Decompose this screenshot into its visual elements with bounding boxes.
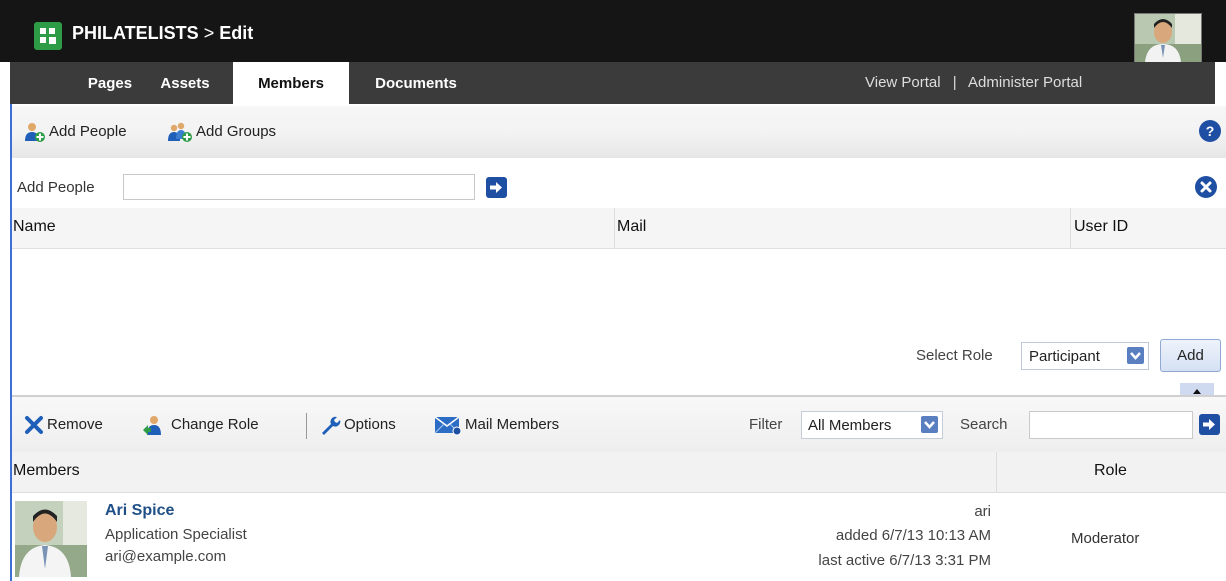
tab-pages[interactable]: Pages	[76, 62, 144, 104]
member-job-title: Application Specialist	[105, 526, 247, 543]
column-name[interactable]: Name	[13, 218, 56, 236]
frame-border	[10, 104, 12, 581]
mode-label: Edit	[219, 23, 254, 43]
collapse-panel-button[interactable]	[1180, 383, 1214, 395]
portal-links: View Portal | Administer Portal	[865, 62, 1082, 104]
arrow-right-icon	[1203, 419, 1215, 430]
filter-select[interactable]: All Members	[801, 411, 943, 439]
tab-documents[interactable]: Documents	[357, 62, 475, 104]
space-logo-icon[interactable]	[34, 22, 62, 50]
add-people-label: Add People	[49, 123, 127, 140]
column-user-id[interactable]: User ID	[1074, 218, 1128, 236]
column-members[interactable]: Members	[13, 462, 80, 480]
add-groups-label: Add Groups	[196, 123, 277, 140]
add-people-button[interactable]: Add People	[24, 120, 127, 144]
chevron-down-icon	[921, 416, 938, 433]
help-icon[interactable]: ?	[1199, 120, 1221, 142]
member-avatar[interactable]	[15, 501, 87, 577]
select-role-label: Select Role	[916, 347, 993, 364]
chevron-down-icon	[1127, 347, 1144, 364]
column-divider	[996, 452, 997, 492]
view-portal-link[interactable]: View Portal	[865, 74, 941, 91]
arrow-right-icon	[490, 182, 502, 193]
member-name-link[interactable]: Ari Spice	[105, 502, 174, 520]
member-last-active: last active 6/7/13 3:31 PM	[818, 552, 991, 569]
add-people-input[interactable]	[123, 174, 475, 200]
options-button[interactable]: Options	[319, 413, 396, 437]
role-select-value: Participant	[1029, 348, 1100, 365]
change-role-icon	[143, 416, 161, 436]
add-groups-button[interactable]: Add Groups	[167, 120, 276, 144]
column-mail[interactable]: Mail	[617, 218, 646, 236]
member-user-id: ari	[974, 503, 991, 520]
wrench-icon	[322, 416, 341, 436]
change-role-label: Change Role	[171, 416, 259, 433]
column-divider	[614, 208, 615, 248]
members-table-header	[12, 452, 1226, 493]
options-label: Options	[344, 416, 396, 433]
user-avatar[interactable]	[1134, 13, 1202, 63]
search-go-button[interactable]	[1199, 414, 1220, 435]
remove-label: Remove	[47, 416, 103, 433]
member-added-date: added 6/7/13 10:13 AM	[835, 527, 991, 544]
add-group-icon	[168, 122, 192, 143]
tab-members[interactable]: Members	[233, 62, 349, 105]
member-email: ari@example.com	[105, 548, 227, 565]
column-role[interactable]: Role	[1094, 462, 1127, 480]
add-people-go-button[interactable]	[486, 177, 507, 198]
change-role-button[interactable]: Change Role	[142, 413, 259, 437]
filter-select-value: All Members	[808, 417, 892, 434]
title-separator: >	[203, 23, 215, 43]
page-title: PHILATELISTS > Edit	[72, 23, 253, 44]
remove-button[interactable]: Remove	[24, 413, 103, 437]
mail-members-button[interactable]: Mail Members	[434, 413, 559, 437]
remove-x-icon	[25, 416, 43, 435]
member-search-input[interactable]	[1029, 411, 1193, 439]
add-person-icon	[25, 123, 45, 143]
administer-portal-link[interactable]: Administer Portal	[968, 74, 1082, 91]
add-people-field-label: Add People	[17, 179, 95, 196]
toolbar-separator	[306, 413, 307, 439]
column-divider	[1070, 208, 1071, 248]
tab-assets[interactable]: Assets	[148, 62, 222, 104]
role-select[interactable]: Participant	[1021, 342, 1149, 370]
link-divider: |	[952, 74, 957, 91]
add-button[interactable]: Add	[1160, 339, 1221, 372]
close-panel-icon[interactable]	[1195, 176, 1217, 198]
member-role: Moderator	[1071, 530, 1140, 547]
search-label: Search	[960, 416, 1008, 433]
mail-icon	[434, 416, 462, 436]
filter-label: Filter	[749, 416, 783, 433]
mail-members-label: Mail Members	[465, 416, 560, 433]
space-name: PHILATELISTS	[72, 23, 199, 43]
